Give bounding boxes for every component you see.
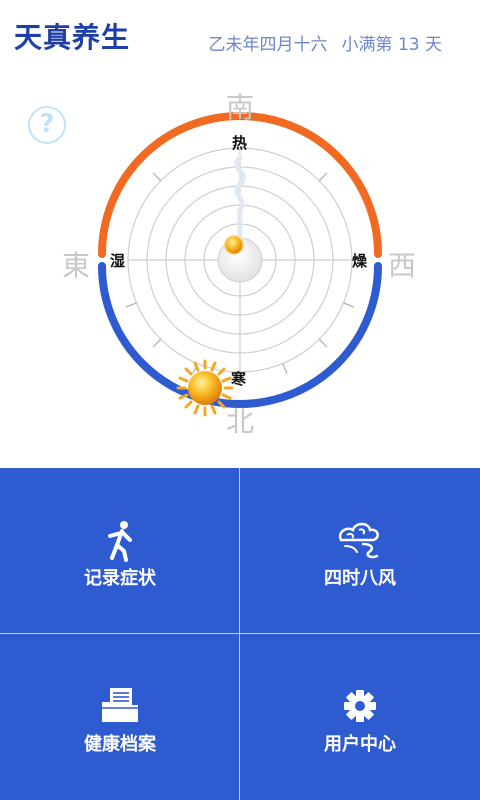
climate-dial: 南 北 東 西 热 燥 湿 寒 (0, 70, 480, 468)
gear-icon (240, 684, 480, 728)
menu-label: 健康档案 (84, 734, 156, 755)
person-walking-icon (0, 518, 240, 562)
date-info: 乙未年四月十六 小满第 13 天 (209, 30, 442, 55)
current-sun-marker (224, 235, 244, 255)
vapor-trail (234, 155, 246, 243)
quality-hot: 热 (232, 134, 248, 152)
app-title: 天真养生 (14, 21, 131, 54)
quality-wet: 湿 (110, 252, 126, 270)
app-header: 天真养生 乙未年四月十六 小满第 13 天 (0, 0, 480, 70)
grid-divider-horizontal (0, 633, 480, 634)
solar-term: 小满第 13 天 (341, 35, 442, 55)
direction-north: 北 (226, 405, 255, 438)
menu-health-records[interactable]: 健康档案 (0, 634, 240, 800)
main-menu-grid: 记录症状 四时八风 健康档案 用户中心 (0, 468, 480, 800)
wind-cloud-icon (240, 518, 480, 562)
grid-divider-vertical (239, 468, 240, 800)
folder-document-icon (0, 684, 240, 728)
menu-label: 记录症状 (84, 568, 156, 589)
direction-west: 西 (388, 249, 417, 282)
menu-label: 用户中心 (324, 734, 396, 755)
sun-icon (176, 359, 234, 417)
quality-dry: 燥 (352, 252, 368, 270)
quality-cold: 寒 (231, 370, 247, 388)
menu-user-center[interactable]: 用户中心 (240, 634, 480, 800)
menu-label: 四时八风 (324, 568, 396, 589)
menu-record-symptoms[interactable]: 记录症状 (0, 468, 240, 634)
direction-south: 南 (226, 91, 255, 124)
direction-east: 東 (62, 249, 91, 282)
menu-four-seasons-winds[interactable]: 四时八风 (240, 468, 480, 634)
lunar-date: 乙未年四月十六 (208, 35, 328, 55)
